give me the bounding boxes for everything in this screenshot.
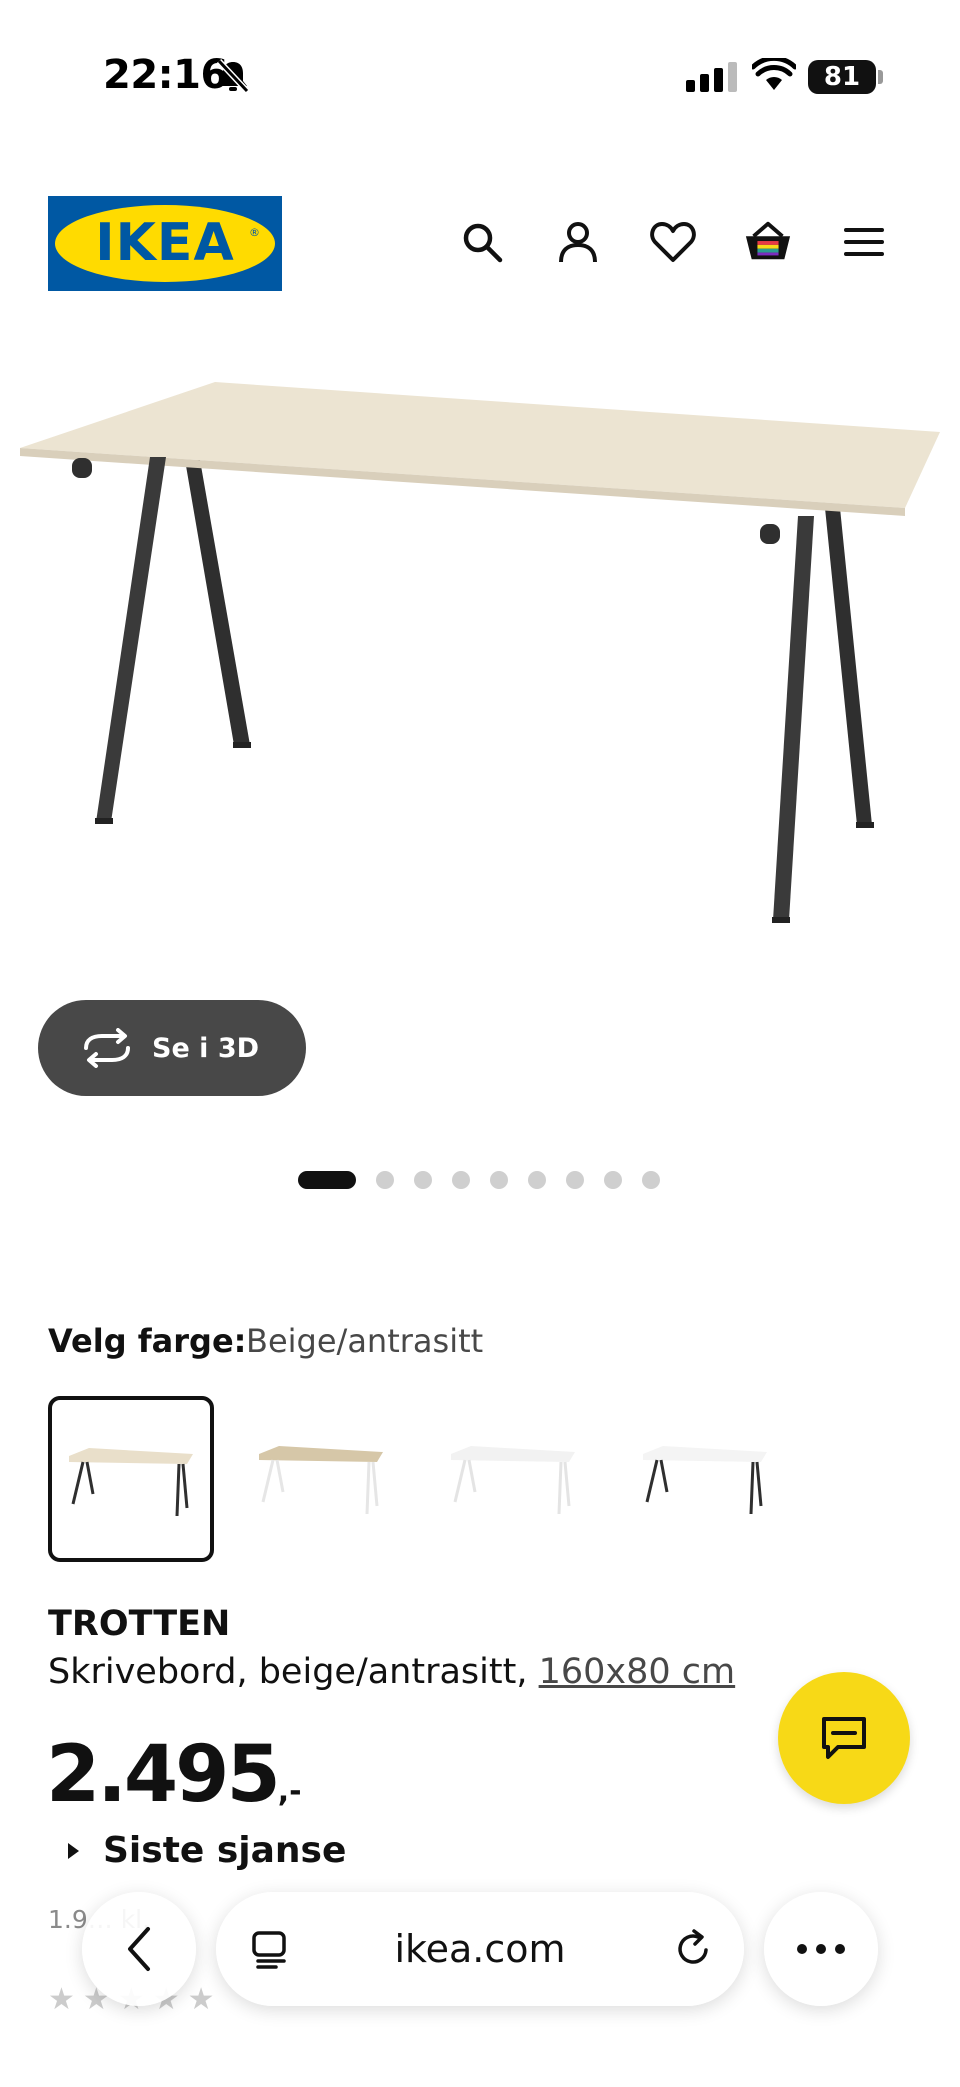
color-swatch-beige-white[interactable] (240, 1396, 402, 1558)
color-label: Velg farge: (48, 1322, 247, 1360)
star-icon: ★ (187, 1982, 215, 2017)
last-chance-toggle[interactable]: Siste sjanse (68, 1830, 346, 1871)
logo-text: IKEA (95, 213, 235, 273)
chat-bubble-icon (822, 1717, 866, 1759)
browser-domain: ikea.com (394, 1927, 566, 1971)
color-swatch-beige-anthracite[interactable] (48, 1396, 214, 1562)
bell-muted-icon (216, 58, 250, 98)
carousel-dot[interactable] (376, 1171, 394, 1189)
browser-more-button[interactable] (764, 1892, 878, 2006)
product-dimensions-link[interactable]: 160x80 cm (539, 1652, 736, 1692)
color-selected-value: Beige/antrasitt (246, 1322, 484, 1360)
cellular-signal-icon (686, 62, 737, 92)
battery-indicator: 81 (808, 60, 876, 94)
account-icon[interactable] (554, 218, 602, 266)
browser-address-bar[interactable]: ikea.com (216, 1892, 744, 2006)
search-icon[interactable] (458, 218, 506, 266)
reload-icon[interactable] (672, 1928, 714, 1974)
chat-button[interactable] (778, 1672, 910, 1804)
product-type-text: Skrivebord, beige/antrasitt, (48, 1652, 528, 1692)
carousel-dots[interactable] (298, 1171, 660, 1189)
rotate-3d-icon (80, 1028, 134, 1068)
color-swatch-white-white[interactable] (432, 1396, 594, 1558)
carousel-dot[interactable] (604, 1171, 622, 1189)
chevron-left-icon (128, 1927, 150, 1971)
battery-tip (878, 70, 883, 84)
basket-icon[interactable] (744, 218, 792, 266)
carousel-dot[interactable] (490, 1171, 508, 1189)
carousel-dot[interactable] (528, 1171, 546, 1189)
price-amount: 2.495 (46, 1730, 281, 1820)
view-3d-label: Se i 3D (152, 1032, 260, 1064)
carousel-dot[interactable] (452, 1171, 470, 1189)
carousel-dot[interactable] (642, 1171, 660, 1189)
carousel-dot[interactable] (566, 1171, 584, 1189)
carousel-dot-active[interactable] (298, 1171, 356, 1189)
menu-icon[interactable] (840, 218, 888, 266)
star-icon: ★ (48, 1982, 75, 2017)
caret-right-icon (68, 1842, 79, 1859)
product-price: 2.495,- (46, 1730, 302, 1820)
product-description: Skrivebord, beige/antrasitt, 160x80 cm (48, 1652, 735, 1692)
price-suffix: ,- (277, 1774, 302, 1809)
wifi-icon (750, 55, 798, 96)
product-image[interactable] (0, 330, 960, 1010)
browser-back-button[interactable] (82, 1892, 196, 2006)
heart-icon[interactable] (649, 218, 697, 266)
view-3d-button[interactable]: Se i 3D (38, 1000, 306, 1096)
status-time: 22:16 (103, 52, 228, 98)
color-swatch-white-anthracite[interactable] (624, 1396, 786, 1558)
ellipsis-icon (797, 1944, 845, 1954)
last-chance-label: Siste sjanse (103, 1830, 347, 1871)
ikea-logo[interactable]: IKEA ® (48, 196, 282, 291)
product-name: TROTTEN (48, 1604, 231, 1644)
carousel-dot[interactable] (414, 1171, 432, 1189)
